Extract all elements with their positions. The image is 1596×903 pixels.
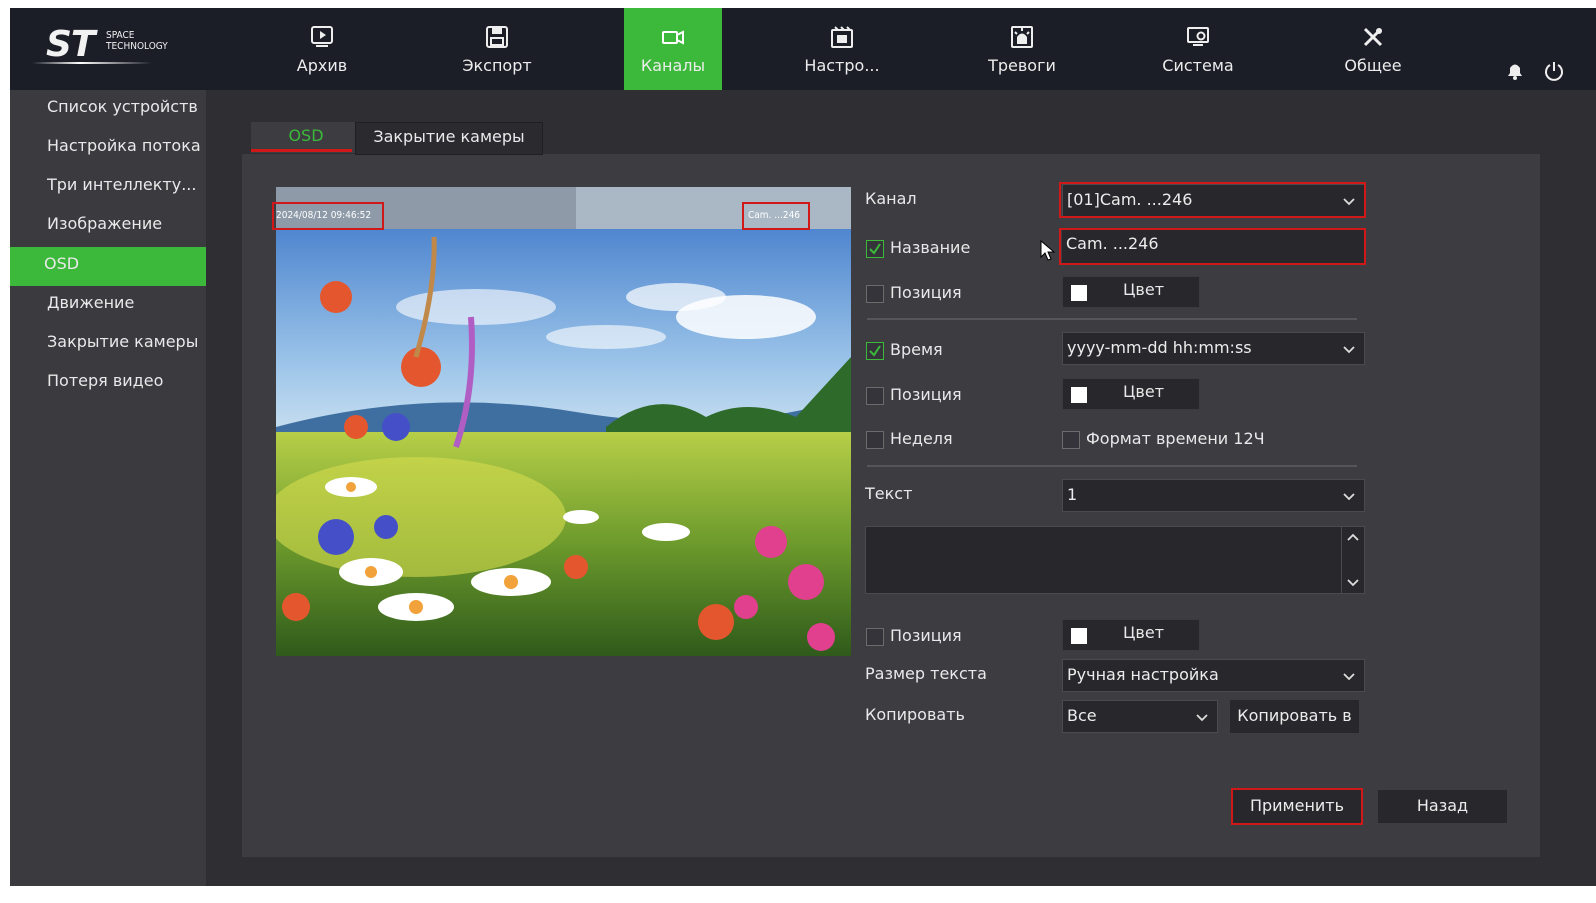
sidebar-item-privacy-mask[interactable]: Закрытие камеры [10, 325, 206, 364]
copy-label: Копировать [865, 705, 965, 724]
play-icon [311, 26, 333, 47]
week-label: Неделя [890, 429, 953, 448]
text-size-select[interactable]: Ручная настройка [1062, 659, 1365, 692]
tab-privacy-mask[interactable]: Закрытие камеры [355, 122, 543, 155]
name-color-button[interactable]: Цвет [1062, 276, 1200, 308]
nav-label: Архив [296, 56, 348, 75]
tools-icon [1363, 27, 1383, 47]
divider [867, 318, 1357, 320]
alarm-icon [1011, 26, 1033, 48]
color-swatch [1071, 628, 1087, 644]
check-icon [869, 345, 881, 357]
channel-label: Канал [865, 189, 917, 208]
logo-subtitle-line2: TECHNOLOGY [106, 41, 168, 52]
nav-channels[interactable]: Каналы [624, 8, 722, 90]
time-checkbox[interactable] [866, 342, 884, 360]
logo-swoosh [32, 62, 152, 64]
mouse-cursor-icon [1040, 240, 1056, 261]
text-size-label: Размер текста [865, 664, 987, 683]
text-size-value: Ручная настройка [1067, 665, 1219, 684]
preview-image [276, 187, 851, 656]
chevron-up-icon[interactable] [1346, 531, 1360, 545]
sidebar-item-motion[interactable]: Движение [10, 286, 206, 325]
tab-osd-underline [251, 149, 352, 152]
nav-label: Тревоги [988, 56, 1056, 75]
logo: ST SPACE TECHNOLOGY [30, 24, 180, 68]
name-label: Название [890, 238, 971, 257]
highlight-name-input [1059, 228, 1366, 265]
app-window: ST SPACE TECHNOLOGY Архив Экспорт Каналы… [10, 8, 1596, 886]
nav-settings[interactable]: Настро... [793, 8, 891, 90]
name-position-checkbox[interactable] [866, 285, 884, 303]
text-position-checkbox[interactable] [866, 628, 884, 646]
highlight-apply-button [1231, 788, 1363, 825]
name-checkbox[interactable] [866, 240, 884, 258]
check-icon [869, 243, 881, 255]
color-label: Цвет [1123, 280, 1165, 299]
text-label: Текст [865, 484, 913, 503]
copy-to-button[interactable]: Копировать в [1230, 700, 1359, 733]
nav-archive[interactable]: Архив [273, 8, 371, 90]
text-index-select[interactable]: 1 [1062, 479, 1365, 512]
time-color-button[interactable]: Цвет [1062, 378, 1200, 410]
nav-system[interactable]: Система [1149, 8, 1247, 90]
format12-label: Формат времени 12Ч [1086, 429, 1265, 448]
nav-label: Экспорт [462, 56, 532, 75]
sidebar-item-osd[interactable]: OSD [10, 247, 206, 286]
nav-label: Система [1162, 56, 1234, 75]
logo-subtitle-line1: SPACE [106, 30, 135, 41]
time-position-checkbox[interactable] [866, 387, 884, 405]
sidebar-item-stream[interactable]: Настройка потока [10, 129, 206, 168]
highlight-channel-select [1059, 182, 1366, 218]
logo-subtitle: SPACE TECHNOLOGY [106, 30, 168, 52]
settings-film-icon [831, 26, 853, 48]
logo-mark: ST [46, 24, 95, 65]
sidebar: Список устройств Настройка потока Три ин… [10, 90, 206, 886]
color-swatch [1071, 285, 1087, 301]
chevron-down-icon [1343, 346, 1355, 354]
color-label: Цвет [1123, 623, 1165, 642]
sidebar-item-image[interactable]: Изображение [10, 207, 206, 246]
camera-preview[interactable]: 2024/08/12 09:46:52 Cam. ...246 [276, 187, 851, 656]
bell-icon[interactable] [1504, 60, 1526, 82]
color-swatch [1071, 387, 1087, 403]
chevron-down-icon[interactable] [1346, 575, 1360, 589]
text-index-value: 1 [1067, 485, 1078, 504]
copy-target-select[interactable]: Все [1062, 700, 1218, 733]
time-format-select[interactable]: yyyy-mm-dd hh:mm:ss [1062, 332, 1365, 365]
nav-export[interactable]: Экспорт [448, 8, 546, 90]
nav-alarms[interactable]: Тревоги [973, 8, 1071, 90]
copy-target-value: Все [1067, 706, 1097, 725]
week-checkbox[interactable] [866, 431, 884, 449]
format12-checkbox[interactable] [1062, 431, 1080, 449]
nav-label: Общее [1344, 56, 1402, 75]
osd-text-area[interactable] [865, 526, 1365, 594]
sidebar-item-intelligence[interactable]: Три интеллекту... [10, 168, 206, 207]
text-color-button[interactable]: Цвет [1062, 619, 1200, 651]
system-monitor-icon [1187, 27, 1209, 46]
sidebar-item-device-list[interactable]: Список устройств [10, 90, 206, 129]
textarea-scrollbar[interactable] [1341, 527, 1364, 593]
name-position-label: Позиция [890, 283, 962, 302]
highlight-channel-name [742, 202, 810, 230]
time-position-label: Позиция [890, 385, 962, 404]
save-icon [486, 26, 508, 48]
divider [867, 465, 1357, 467]
time-label: Время [890, 340, 943, 359]
text-position-label: Позиция [890, 626, 962, 645]
top-navigation-bar: ST SPACE TECHNOLOGY Архив Экспорт Каналы… [10, 8, 1596, 90]
time-format-value: yyyy-mm-dd hh:mm:ss [1067, 338, 1252, 357]
color-label: Цвет [1123, 382, 1165, 401]
nav-label: Каналы [640, 56, 706, 75]
nav-general[interactable]: Общее [1324, 8, 1422, 90]
chevron-down-icon [1343, 493, 1355, 501]
nav-label: Настро... [804, 56, 880, 75]
chevron-down-icon [1196, 714, 1208, 722]
camera-icon [662, 30, 684, 45]
sidebar-item-video-loss[interactable]: Потеря видео [10, 364, 206, 403]
highlight-timestamp [272, 202, 384, 230]
chevron-down-icon [1343, 673, 1355, 681]
power-icon[interactable] [1543, 60, 1565, 82]
back-button[interactable]: Назад [1378, 790, 1507, 823]
